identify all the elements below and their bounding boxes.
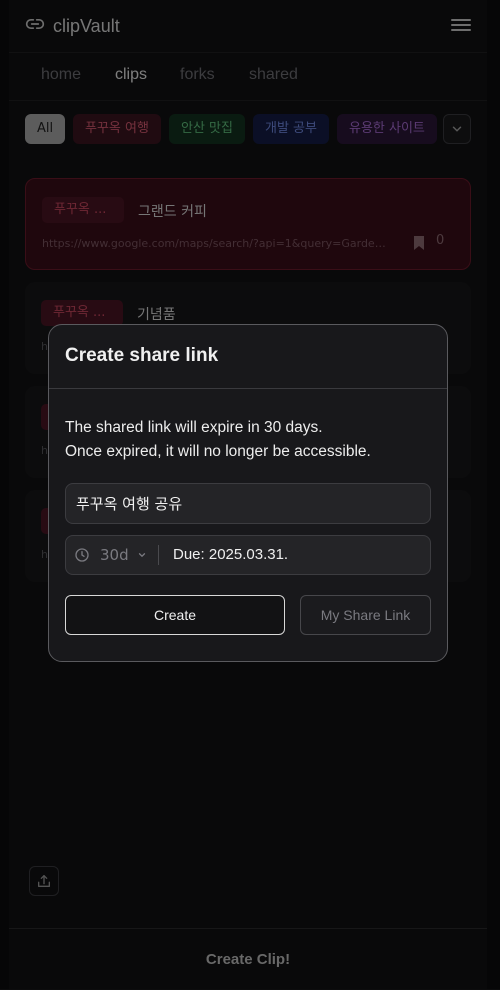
due-date: Due: 2025.03.31. bbox=[173, 546, 289, 563]
my-share-link-button[interactable]: My Share Link bbox=[300, 595, 431, 635]
dialog-title: Create share link bbox=[65, 345, 219, 366]
create-button[interactable]: Create bbox=[65, 595, 285, 635]
dialog-header: Create share link bbox=[49, 325, 447, 389]
period-value: 30d bbox=[100, 546, 129, 564]
expiry-field: 30d Due: 2025.03.31. bbox=[65, 535, 431, 575]
expiry-notice: The shared link will expire in 30 days. bbox=[65, 419, 323, 436]
share-link-dialog: Create share link The shared link will e… bbox=[48, 324, 448, 662]
expiry-warning: Once expired, it will no longer be acces… bbox=[65, 443, 371, 460]
period-select[interactable]: 30d bbox=[74, 536, 147, 574]
dialog-description: The shared link will expire in 30 days. … bbox=[65, 416, 371, 464]
field-divider bbox=[158, 545, 159, 565]
chevron-down-icon bbox=[138, 553, 145, 557]
share-name-input[interactable] bbox=[65, 483, 431, 524]
clock-icon bbox=[75, 548, 89, 562]
